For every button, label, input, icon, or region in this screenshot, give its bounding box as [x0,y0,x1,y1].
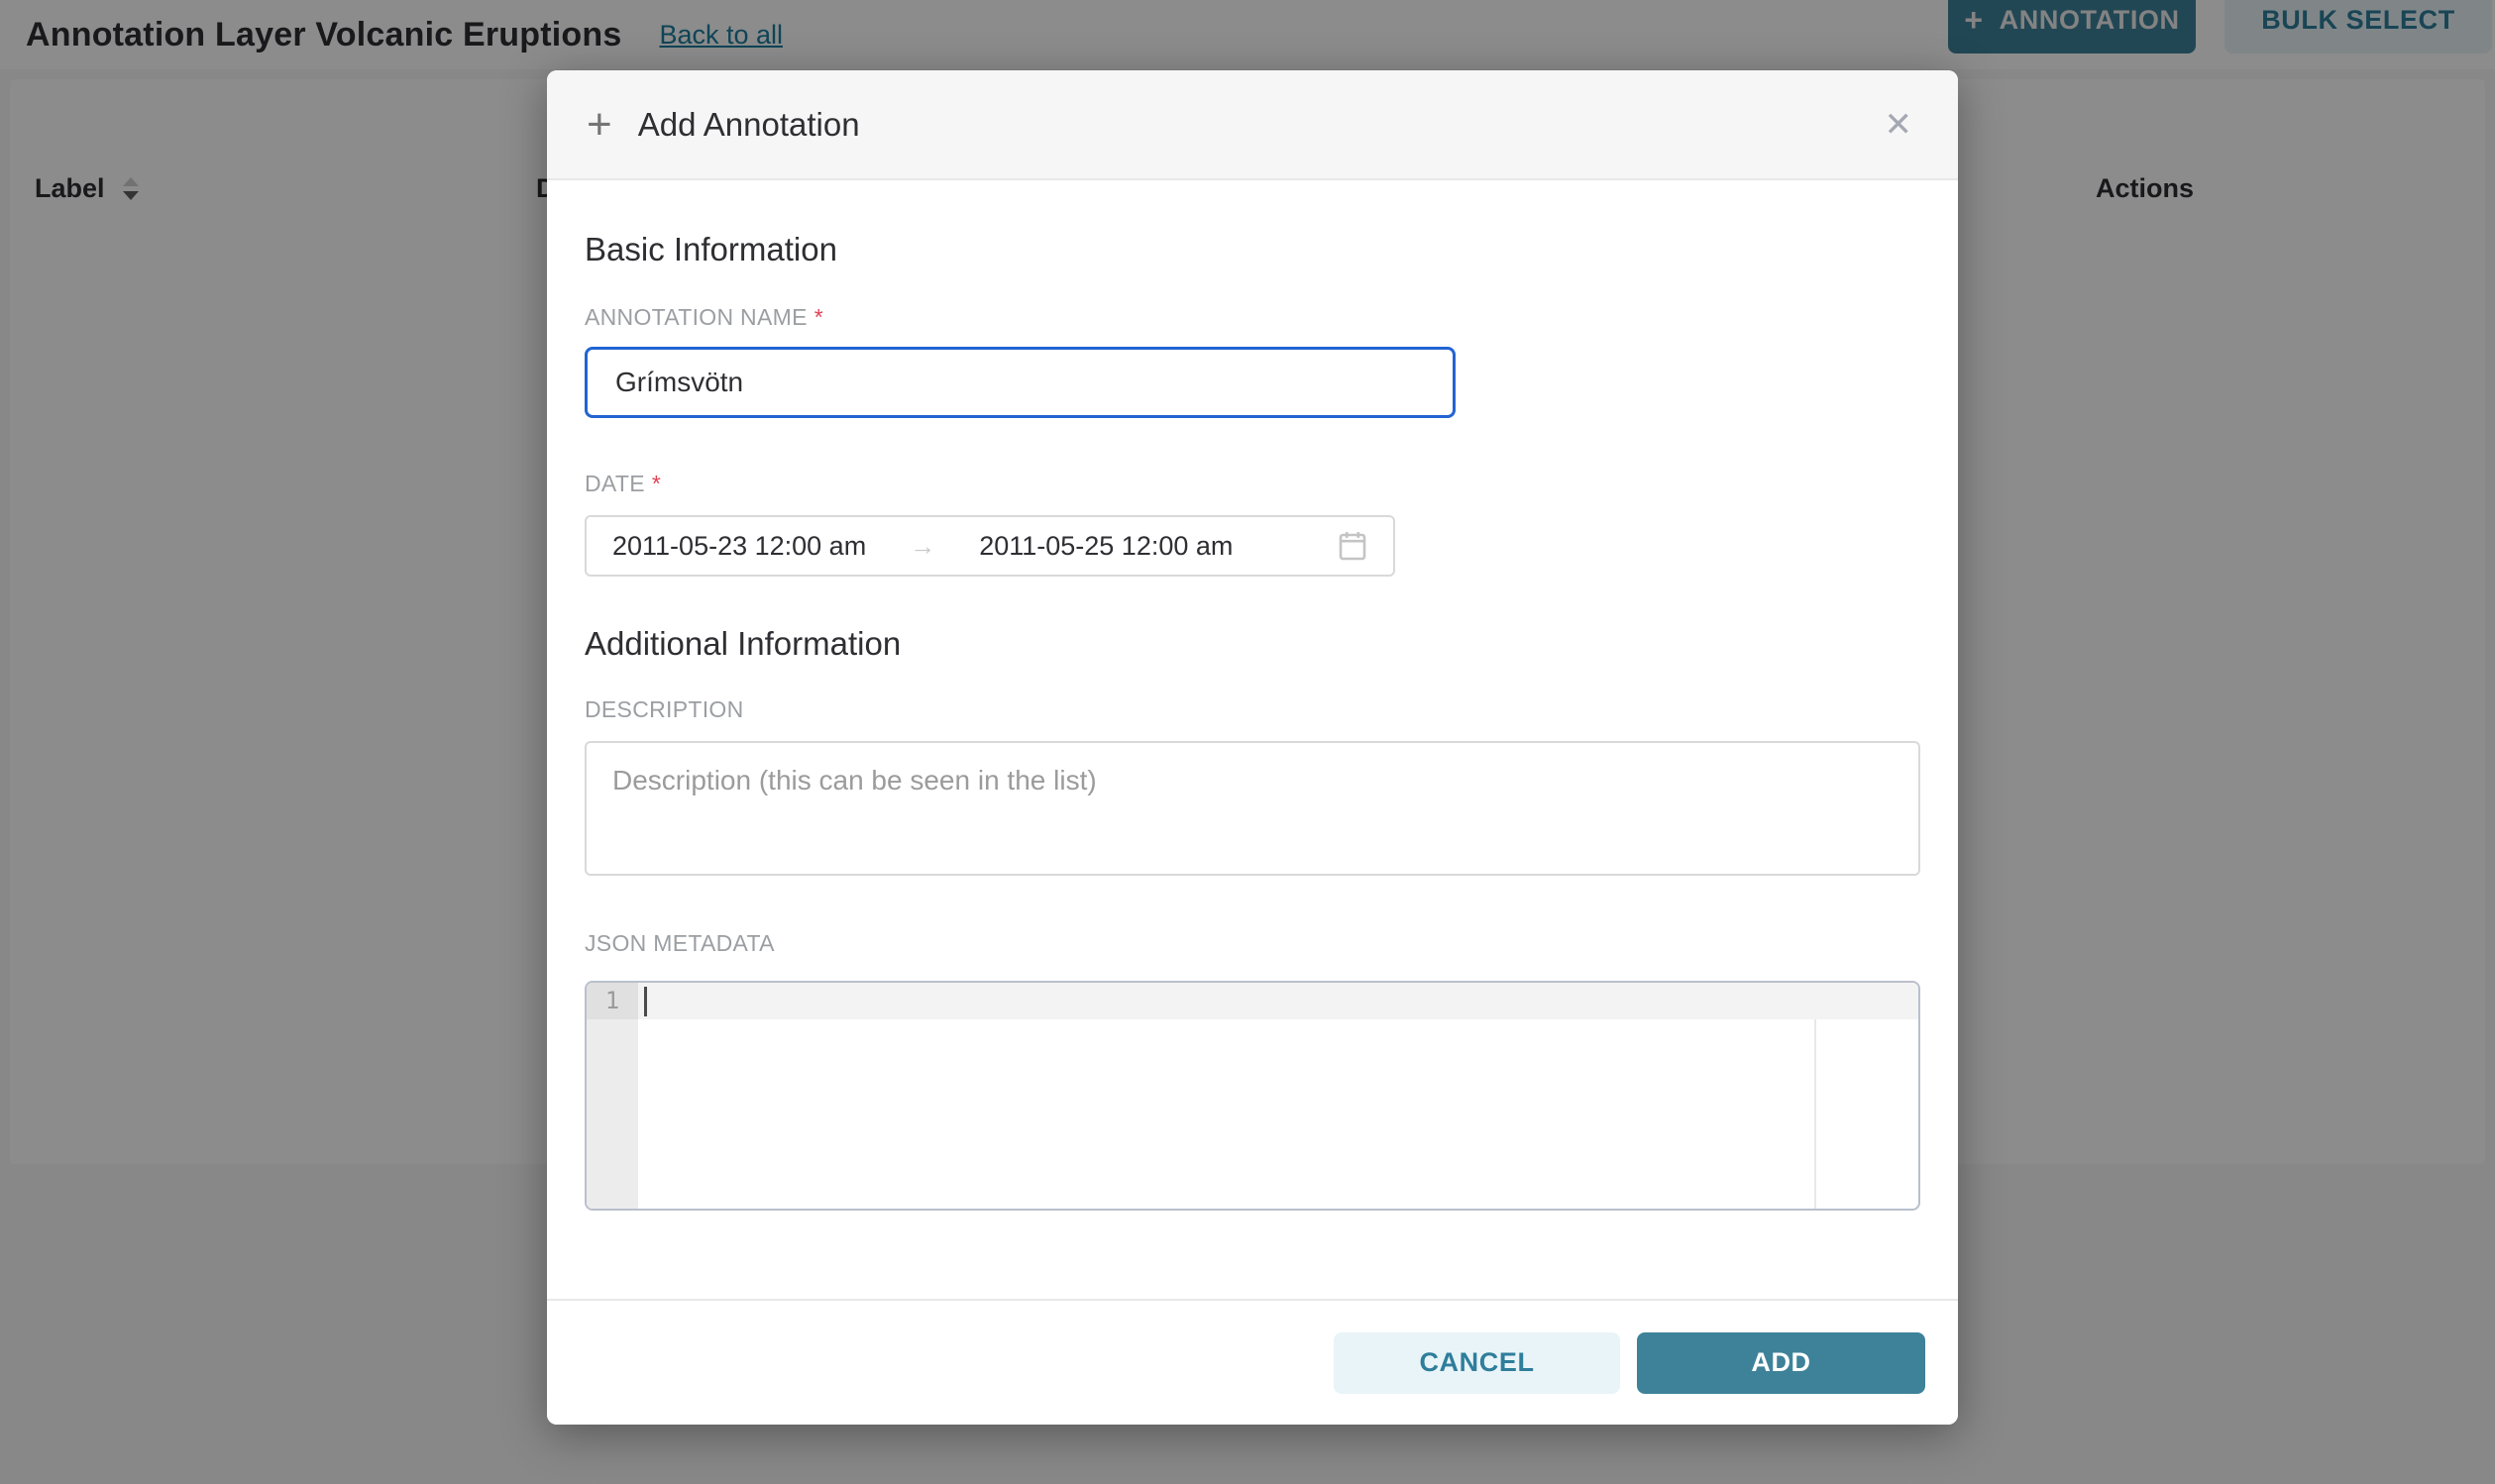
modal-body: Basic Information ANNOTATION NAME* DATE*… [547,230,1958,1211]
required-asterisk: * [652,471,661,496]
add-button[interactable]: ADD [1637,1332,1925,1394]
modal-footer: CANCEL ADD [547,1299,1958,1425]
date-label-text: DATE [585,471,645,496]
date-end-value[interactable]: 2011-05-25 12:00 am [979,531,1233,562]
close-icon[interactable]: ✕ [1879,102,1919,148]
date-range-picker[interactable]: 2011-05-23 12:00 am → 2011-05-25 12:00 a… [585,515,1395,577]
json-metadata-label: JSON METADATA [585,929,1920,957]
annotation-name-label: ANNOTATION NAME* [585,303,1920,331]
cancel-button[interactable]: CANCEL [1334,1332,1620,1394]
basic-information-heading: Basic Information [585,230,1920,269]
required-asterisk: * [814,304,823,330]
json-metadata-editor[interactable]: 1 [585,981,1920,1211]
calendar-icon[interactable] [1338,530,1367,562]
date-label: DATE * [585,470,1920,497]
add-annotation-modal: + Add Annotation ✕ Basic Information ANN… [547,70,1958,1425]
annotation-name-label-text: ANNOTATION NAME [585,304,808,330]
description-textarea[interactable] [585,741,1920,876]
description-label: DESCRIPTION [585,695,1920,723]
plus-icon: + [587,103,612,147]
date-start-value[interactable]: 2011-05-23 12:00 am [612,531,866,562]
modal-header: + Add Annotation ✕ [547,70,1958,180]
arrow-right-icon: → [910,531,935,562]
annotation-name-input[interactable] [585,347,1456,418]
modal-title: Add Annotation [638,106,860,144]
editor-active-line [638,983,1918,1019]
editor-text-cursor [644,987,647,1016]
editor-line-number: 1 [587,983,638,1019]
editor-print-margin [1814,1019,1816,1209]
additional-information-heading: Additional Information [585,624,1920,664]
